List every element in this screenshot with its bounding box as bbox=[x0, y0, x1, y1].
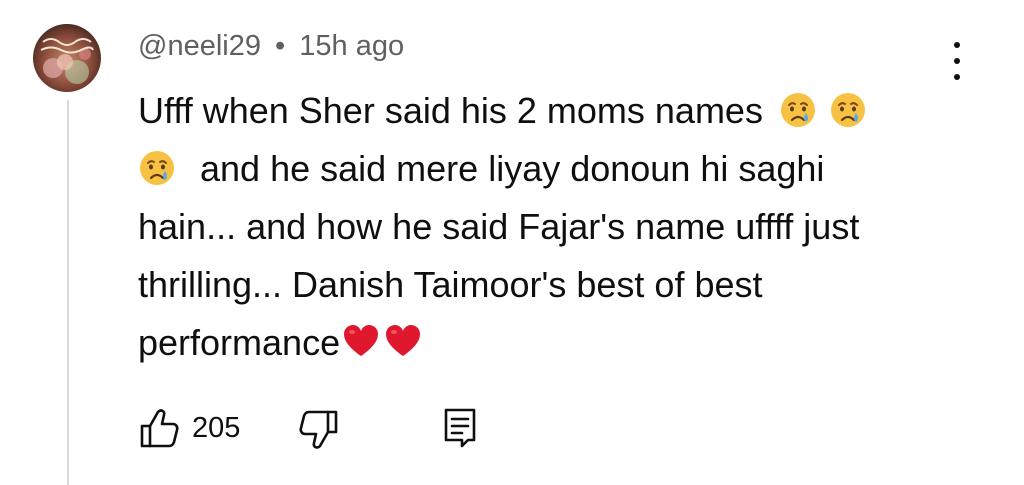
crying-face-emoji bbox=[829, 91, 867, 129]
thumbs-up-icon bbox=[140, 409, 179, 448]
comment-line: and he said mere liyay donoun hi saghi bbox=[138, 140, 968, 198]
comment-line: thrilling... Danish Taimoor's best of be… bbox=[138, 256, 968, 314]
kebab-menu-icon[interactable] bbox=[944, 38, 970, 84]
crying-face-emoji bbox=[779, 91, 817, 129]
reply-button[interactable] bbox=[438, 405, 482, 451]
comment-meta: @neeli29 • 15h ago bbox=[138, 30, 404, 63]
comment-line-text: performance bbox=[138, 322, 341, 363]
comment-line-text: Ufff when Sher said his 2 moms names bbox=[138, 90, 763, 131]
like-count: 205 bbox=[192, 411, 241, 444]
thread-line bbox=[67, 100, 69, 485]
kebab-dot bbox=[954, 58, 960, 64]
like-button[interactable]: 205 bbox=[138, 405, 240, 451]
comment-line-text: and he said mere liyay donoun hi saghi bbox=[200, 148, 825, 189]
kebab-dot bbox=[954, 74, 960, 80]
comment-timestamp: 15h ago bbox=[299, 30, 405, 62]
red-heart-emoji bbox=[384, 323, 422, 361]
comment-text: Ufff when Sher said his 2 moms names and… bbox=[138, 82, 968, 372]
comment-line: Ufff when Sher said his 2 moms names bbox=[138, 82, 968, 140]
dislike-button[interactable] bbox=[296, 405, 340, 451]
comment-line-text: thrilling... Danish Taimoor's best of be… bbox=[138, 264, 763, 305]
kebab-dot bbox=[954, 42, 960, 48]
red-heart-emoji bbox=[342, 323, 380, 361]
comment-line: hain... and how he said Fajar's name uff… bbox=[138, 198, 968, 256]
crying-face-emoji bbox=[138, 149, 176, 187]
reply-comment-icon bbox=[444, 408, 476, 448]
thumbs-down-icon bbox=[299, 410, 338, 449]
avatar[interactable] bbox=[33, 24, 101, 92]
meta-separator: • bbox=[275, 30, 286, 62]
comment-line: performance bbox=[138, 314, 968, 372]
author-handle[interactable]: @neeli29 bbox=[138, 30, 261, 62]
comment-line-text: hain... and how he said Fajar's name uff… bbox=[138, 206, 860, 247]
